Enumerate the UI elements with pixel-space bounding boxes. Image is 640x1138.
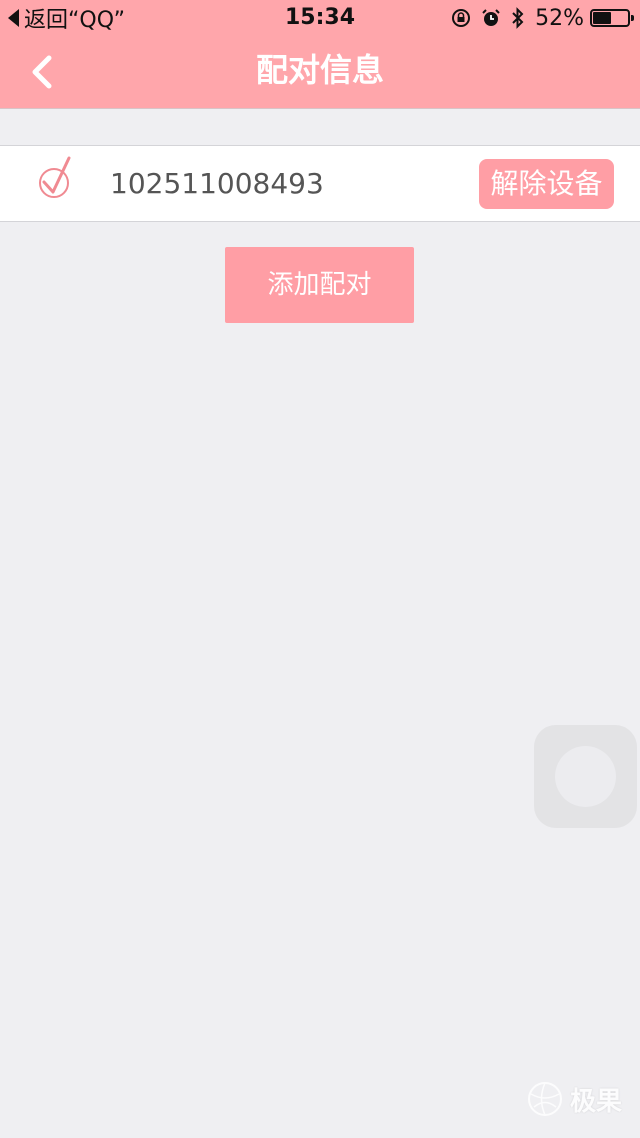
status-indicators: 52% [451, 4, 634, 32]
assistive-touch-button[interactable] [534, 725, 637, 828]
alarm-icon [482, 9, 500, 26]
check-icon [39, 156, 71, 198]
battery-level-fill [593, 12, 611, 24]
battery-icon [590, 9, 634, 27]
battery-percent: 52% [535, 5, 584, 31]
device-id: 102511008493 [110, 167, 324, 200]
rotation-lock-icon [452, 9, 471, 27]
paired-device-row: 102511008493 解除设备 [0, 145, 640, 222]
app-header: 返回“QQ” 15:34 52% 配对信息 [0, 0, 640, 109]
watermark-text: 极果 [569, 1086, 622, 1117]
status-bar: 返回“QQ” 15:34 52% [0, 0, 640, 36]
assistive-touch-inner [561, 752, 610, 801]
bluetooth-icon [512, 7, 524, 29]
watermark: 极果 [526, 1080, 622, 1118]
unbind-device-button[interactable]: 解除设备 [479, 159, 614, 209]
page-title: 配对信息 [255, 51, 384, 89]
add-pair-button[interactable]: 添加配对 [225, 247, 414, 323]
globe-logo-icon [527, 1082, 562, 1116]
